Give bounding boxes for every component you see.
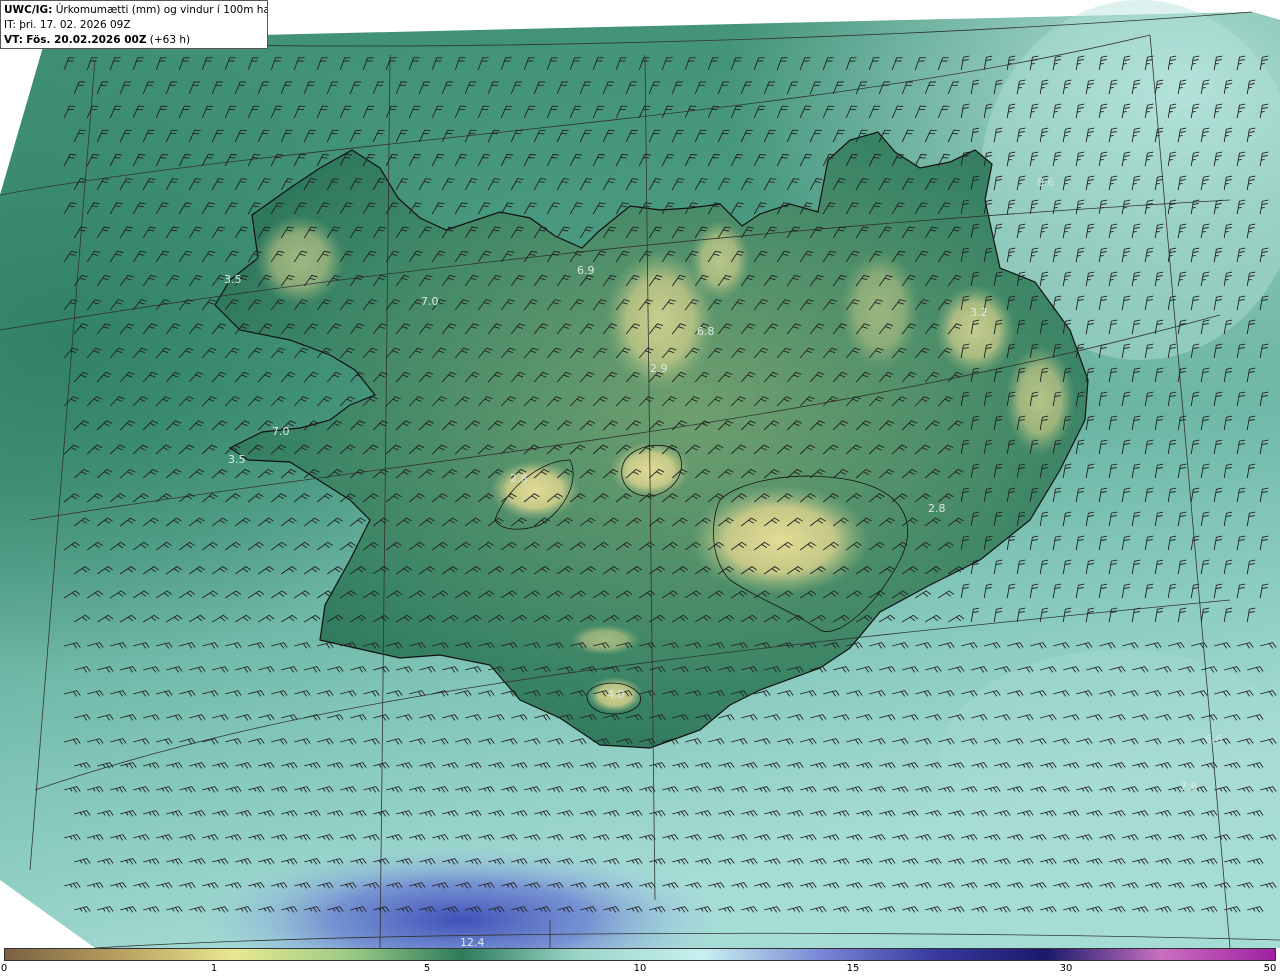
value-label: 3.5 [228, 453, 246, 466]
value-label: 7.6 [1180, 780, 1198, 793]
header-product-code: UWC/IG: [4, 4, 53, 16]
colorbar: 0 1 5 10 15 30 50 [0, 948, 1280, 978]
value-label: 3.5 [224, 273, 242, 286]
header-vt-prefix: VT: [4, 34, 23, 46]
value-label: 2.9 [650, 362, 668, 375]
header-initial-time: þri. 17. 02. 2026 09Z [19, 19, 131, 31]
value-label: 6.6 [1205, 733, 1223, 746]
value-label: 8.6 [1037, 176, 1055, 189]
value-label: 12.4 [460, 936, 485, 948]
header-line-initial-time: IT: þri. 17. 02. 2026 09Z [4, 18, 264, 33]
colorbar-tick: 5 [423, 963, 431, 974]
value-label: 6.8 [697, 325, 715, 338]
header-valid-time: Fös. 20.02.2026 00Z [26, 34, 147, 46]
header-lead-time: (+63 h) [149, 34, 191, 46]
header-line-valid-time: VT: Fös. 20.02.2026 00Z (+63 h) [4, 33, 264, 48]
value-label: 7.0 [421, 295, 439, 308]
value-label: 7.0 [272, 425, 290, 438]
colorbar-tick: 15 [846, 963, 860, 974]
map-canvas[interactable]: 3.5 7.0 6.9 6.8 2.9 3.2 7.0 3.5 2.8 2.8 … [0, 0, 1280, 948]
value-label: 4.0 [607, 688, 625, 701]
value-label: 2.8 [510, 472, 528, 485]
header-line-product: UWC/IG: Úrkomumætti (mm) og vindur í 100… [4, 3, 267, 18]
value-label: 6.9 [577, 264, 595, 277]
colorbar-tick: 1 [210, 963, 218, 974]
colorbar-tick: 50 [1263, 963, 1277, 974]
colorbar-tick: 30 [1059, 963, 1073, 974]
value-label: 3.2 [970, 306, 988, 319]
map-header: UWC/IG: Úrkomumætti (mm) og vindur í 100… [0, 0, 268, 49]
value-label: 2.8 [928, 502, 946, 515]
colorbar-strip [4, 948, 1276, 961]
header-product-title: Úrkomumætti (mm) og vindur í 100m hæð [55, 4, 268, 16]
colorbar-tick: 0 [0, 963, 8, 974]
colorbar-tick: 10 [633, 963, 647, 974]
header-it-prefix: IT: [4, 19, 16, 31]
